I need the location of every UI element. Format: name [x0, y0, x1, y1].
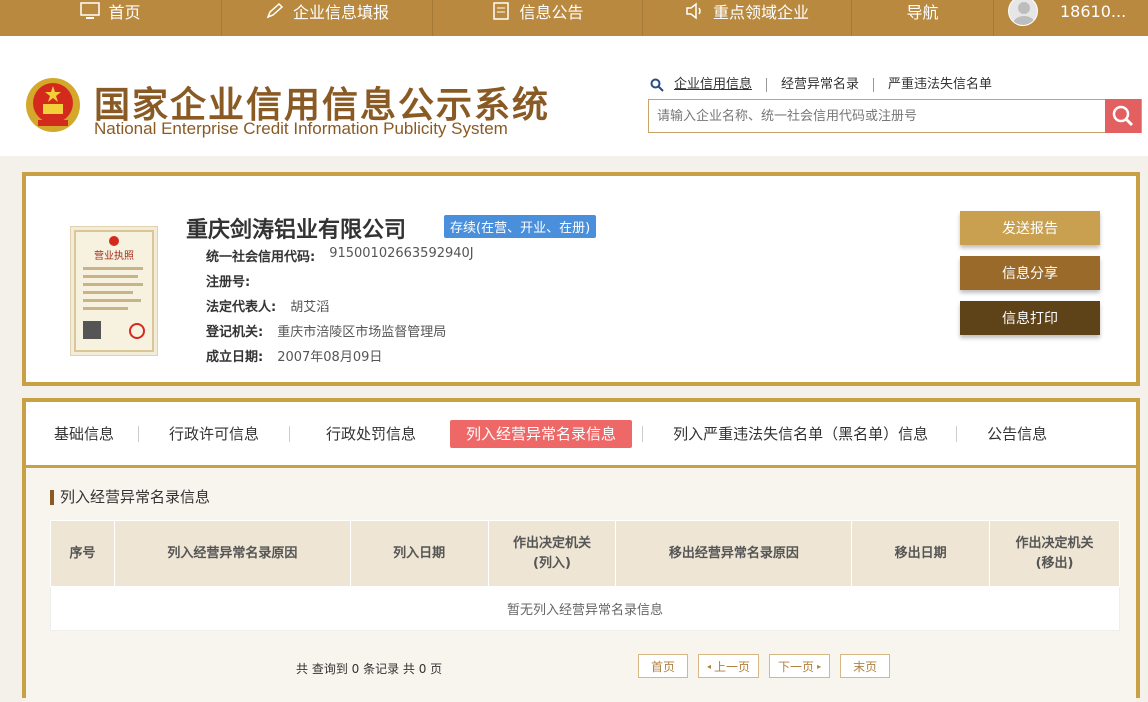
nav-announcements-label: 信息公告 [519, 3, 584, 22]
search-tab-blacklist[interactable]: 严重违法失信名单 [874, 78, 1006, 92]
user-menu[interactable]: 18610... [994, 0, 1126, 36]
chevron-right-icon: ▸ [817, 661, 822, 671]
top-nav: 首页 企业信息填报 信息公告 重点领域企业 导航 18610... [0, 0, 1148, 36]
next-page-button[interactable]: 下一页 ▸ [769, 654, 831, 678]
nav-announcements[interactable]: 信息公告 [433, 0, 643, 36]
next-page-label: 下一页 [778, 659, 815, 674]
tab-blacklist[interactable]: 列入严重违法失信名单（黑名单）信息 [642, 425, 958, 442]
search-button[interactable] [1105, 99, 1141, 133]
info-reg-number: 注册号: [206, 271, 264, 290]
info-reg-number-label: 注册号: [206, 275, 251, 290]
status-badge: 存续(在营、开业、在册) [444, 215, 597, 238]
tab-basic-info[interactable]: 基础信息 [26, 425, 140, 442]
license-title: 营业执照 [94, 249, 134, 262]
tab-admin-penalty[interactable]: 行政处罚信息 [290, 426, 440, 442]
monitor-icon [80, 2, 101, 19]
info-established: 成立日期: 2007年08月09日 [206, 346, 382, 365]
abnormal-list-table: 序号 列入经营异常名录原因 列入日期 作出决定机关 (列入) 移出经营异常名录原… [50, 520, 1120, 631]
pager-info: 共 查询到 0 条记录 共 0 页 [296, 662, 443, 676]
site-header: 国家企业信用信息公示系统 National Enterprise Credit … [0, 36, 1148, 156]
pagination: 首页 ◂ 上一页 下一页 ▸ 末页 [638, 654, 891, 678]
search-icon [1112, 105, 1134, 127]
table-row: 暂无列入经营异常名录信息 [50, 586, 1120, 631]
nav-enterprise-report-label: 企业信息填报 [292, 3, 389, 22]
nav-key-sectors[interactable]: 重点领域企业 [643, 0, 852, 36]
company-card: 营业执照 重庆剑涛铝业有限公司 存续(在营、开业、在册) 统一社会信用代码: 9… [22, 172, 1140, 386]
search-icon [650, 78, 664, 92]
national-emblem-icon [26, 78, 80, 132]
table-header-row: 序号 列入经营异常名录原因 列入日期 作出决定机关 (列入) 移出经营异常名录原… [50, 520, 1120, 587]
info-reg-authority-value: 重庆市涪陵区市场监督管理局 [277, 325, 447, 340]
tab-announcements[interactable]: 公告信息 [957, 426, 1071, 442]
col-remove-authority: 作出决定机关 (移出) [989, 520, 1120, 587]
abnormal-list-section: 列入经营异常名录信息 序号 列入经营异常名录原因 列入日期 作出决定机关 (列入… [26, 468, 1136, 702]
col-remove-date: 移出日期 [851, 520, 991, 587]
speaker-icon [686, 2, 701, 20]
prev-page-label: 上一页 [714, 659, 751, 674]
nav-home[interactable]: 首页 [0, 0, 222, 36]
print-info-button[interactable]: 信息打印 [960, 301, 1100, 335]
info-credit-code-value: 91500102663592940J [329, 246, 474, 261]
col-index: 序号 [50, 520, 115, 587]
col-remove-reason: 移出经营异常名录原因 [615, 520, 853, 587]
document-icon [493, 2, 510, 20]
section-title: 列入经营异常名录信息 [50, 490, 210, 505]
avatar [1008, 0, 1038, 26]
search-tab-credit-info[interactable]: 企业信用信息 [674, 78, 768, 92]
info-reg-authority-label: 登记机关: [206, 325, 264, 340]
pen-icon [266, 2, 284, 19]
nav-home-label: 首页 [108, 3, 141, 22]
company-name: 重庆剑涛铝业有限公司 [186, 218, 407, 243]
nav-navigation-label: 导航 [906, 3, 939, 22]
send-report-button[interactable]: 发送报告 [960, 211, 1100, 245]
business-license-image: 营业执照 [74, 230, 154, 352]
last-page-label: 末页 [853, 659, 878, 674]
prev-page-button[interactable]: ◂ 上一页 [698, 654, 760, 678]
search-box [648, 99, 1142, 133]
search-category-tabs: 企业信用信息 经营异常名录 严重违法失信名单 [650, 78, 1006, 92]
nav-navigation[interactable]: 导航 [852, 0, 994, 36]
tab-abnormal-list[interactable]: 列入经营异常名录信息 [450, 419, 633, 448]
info-established-label: 成立日期: [206, 350, 264, 365]
chevron-left-icon: ◂ [707, 661, 712, 671]
search-tab-abnormal-list[interactable]: 经营异常名录 [767, 78, 875, 92]
share-info-button[interactable]: 信息分享 [960, 256, 1100, 290]
info-credit-code: 统一社会信用代码: 91500102663592940J [206, 246, 474, 265]
info-reg-authority: 登记机关: 重庆市涪陵区市场监督管理局 [206, 321, 446, 340]
first-page-label: 首页 [651, 659, 676, 674]
username: 18610... [1060, 1, 1127, 21]
col-list-reason: 列入经营异常名录原因 [113, 520, 351, 587]
info-tabs: 基础信息 行政许可信息 行政处罚信息 列入经营异常名录信息 列入严重违法失信名单… [26, 402, 1136, 468]
empty-table-message: 暂无列入经营异常名录信息 [50, 586, 1120, 631]
info-credit-code-label: 统一社会信用代码: [206, 250, 316, 265]
search-input[interactable] [649, 100, 1107, 132]
tab-admin-license[interactable]: 行政许可信息 [139, 425, 291, 442]
info-established-value: 2007年08月09日 [277, 350, 383, 365]
nav-enterprise-report[interactable]: 企业信息填报 [222, 0, 433, 36]
info-legal-rep-label: 法定代表人: [206, 300, 277, 315]
nav-key-sectors-label: 重点领域企业 [712, 3, 809, 22]
info-legal-rep: 法定代表人: 胡艾滔 [206, 296, 329, 315]
col-list-authority: 作出决定机关 (列入) [487, 520, 617, 587]
col-list-date: 列入日期 [349, 520, 489, 587]
first-page-button[interactable]: 首页 [638, 654, 689, 678]
business-license-thumbnail[interactable]: 营业执照 [70, 226, 158, 356]
site-subtitle: National Enterprise Credit Information P… [94, 119, 508, 138]
info-legal-rep-value: 胡艾滔 [290, 300, 330, 315]
info-tabs-panel: 基础信息 行政许可信息 行政处罚信息 列入经营异常名录信息 列入严重违法失信名单… [22, 398, 1140, 702]
last-page-button[interactable]: 末页 [840, 654, 891, 678]
